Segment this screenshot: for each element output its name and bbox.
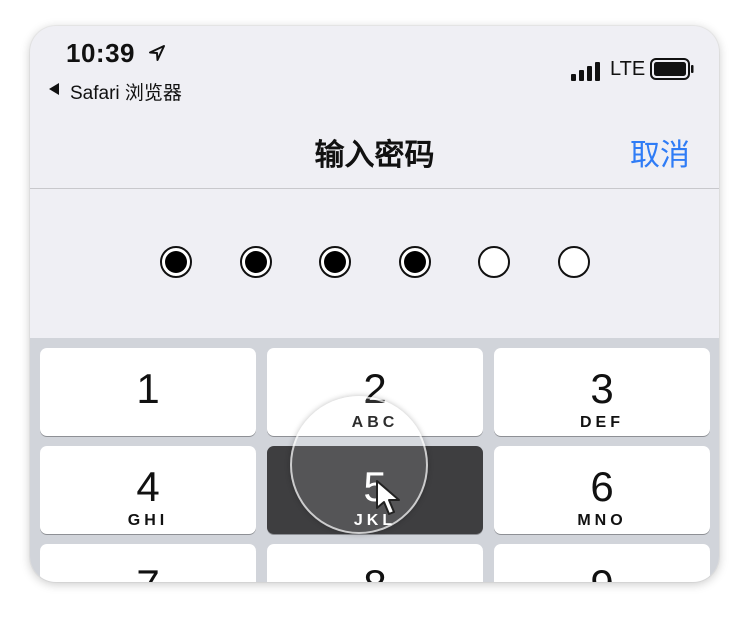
passcode-dot-empty xyxy=(557,246,590,278)
passcode-dots xyxy=(30,246,719,282)
key-8[interactable]: 8 xyxy=(267,544,483,582)
key-6[interactable]: 6 MNO xyxy=(494,446,710,534)
status-time: 10:39 xyxy=(66,38,135,68)
key-number: 4 xyxy=(136,463,160,510)
key-letters: GHI xyxy=(127,512,169,529)
key-number: 9 xyxy=(494,564,710,583)
key-letters: MNO xyxy=(577,512,627,529)
key-number: 8 xyxy=(267,564,483,583)
signal-bars-icon xyxy=(571,62,600,81)
key-7[interactable]: 7 xyxy=(40,544,256,582)
passcode-dot-filled xyxy=(319,246,351,278)
key-number: 7 xyxy=(40,564,256,583)
key-letters: DEF xyxy=(580,414,624,431)
passcode-dot-filled xyxy=(160,246,192,278)
key-9[interactable]: 9 xyxy=(494,544,710,582)
cancel-button[interactable]: 取消 xyxy=(630,130,690,174)
passcode-dot-filled xyxy=(239,246,272,278)
battery-icon xyxy=(650,58,694,80)
key-number: 3 xyxy=(590,365,614,412)
key-1[interactable]: 1 xyxy=(40,348,256,436)
passcode-dot-filled xyxy=(398,246,431,278)
key-4[interactable]: 4 GHI xyxy=(40,446,256,534)
back-to-app-link[interactable]: Safari 浏览器 xyxy=(70,78,182,105)
key-3[interactable]: 3 DEF xyxy=(494,348,710,436)
key-number: 1 xyxy=(136,365,160,412)
key-number: 6 xyxy=(590,463,614,510)
status-bar: 10:39 Safari 浏览器 LTE xyxy=(30,26,719,104)
pointer-cursor-icon xyxy=(376,480,400,515)
passcode-dot-empty xyxy=(478,246,510,278)
page-title: 输入密码 xyxy=(314,139,435,172)
nav-divider xyxy=(30,188,719,189)
back-triangle-icon[interactable] xyxy=(48,82,60,96)
network-type: LTE xyxy=(610,58,646,80)
location-arrow-icon xyxy=(149,45,165,61)
